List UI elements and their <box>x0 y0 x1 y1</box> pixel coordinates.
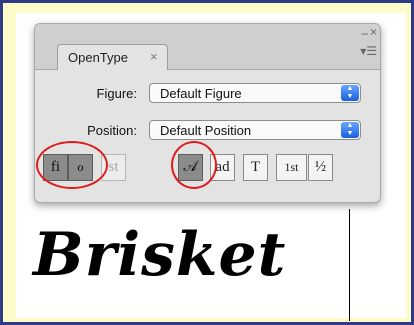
select-arrows-icon: ▲ ▼ <box>341 85 359 101</box>
figure-select-value: Default Figure <box>160 86 242 101</box>
text-cursor <box>349 209 350 321</box>
position-select[interactable]: Default Position ▲ ▼ <box>149 120 361 140</box>
tab-opentype[interactable]: OpenType × <box>57 44 168 70</box>
tab-label: OpenType <box>68 50 128 65</box>
position-label: Position: <box>87 123 137 138</box>
tab-close-icon[interactable]: × <box>150 49 158 64</box>
minimize-icon[interactable]: – <box>361 26 368 40</box>
screenshot-frame: – × ▾☰ OpenType × Figure: Default Figure… <box>0 0 414 325</box>
titling-alternates-button[interactable]: T <box>243 154 268 181</box>
select-arrows-icon: ▲ ▼ <box>341 122 359 138</box>
position-select-value: Default Position <box>160 123 252 138</box>
highlight-ring-ligatures <box>36 141 108 189</box>
close-icon[interactable]: × <box>370 25 377 39</box>
figure-select[interactable]: Default Figure ▲ ▼ <box>149 83 361 103</box>
sample-text-brisket[interactable]: Brisket <box>33 215 286 295</box>
figure-label: Figure: <box>96 86 137 101</box>
panel-menu-icon[interactable]: ▾☰ <box>360 44 377 58</box>
highlight-ring-swash <box>171 141 217 189</box>
opentype-panel: – × ▾☰ OpenType × Figure: Default Figure… <box>34 23 381 203</box>
fractions-button[interactable]: ½ <box>308 154 333 181</box>
panel-tab-bar: – × ▾☰ OpenType × <box>35 24 380 70</box>
ordinals-button[interactable]: 1st <box>276 154 307 181</box>
